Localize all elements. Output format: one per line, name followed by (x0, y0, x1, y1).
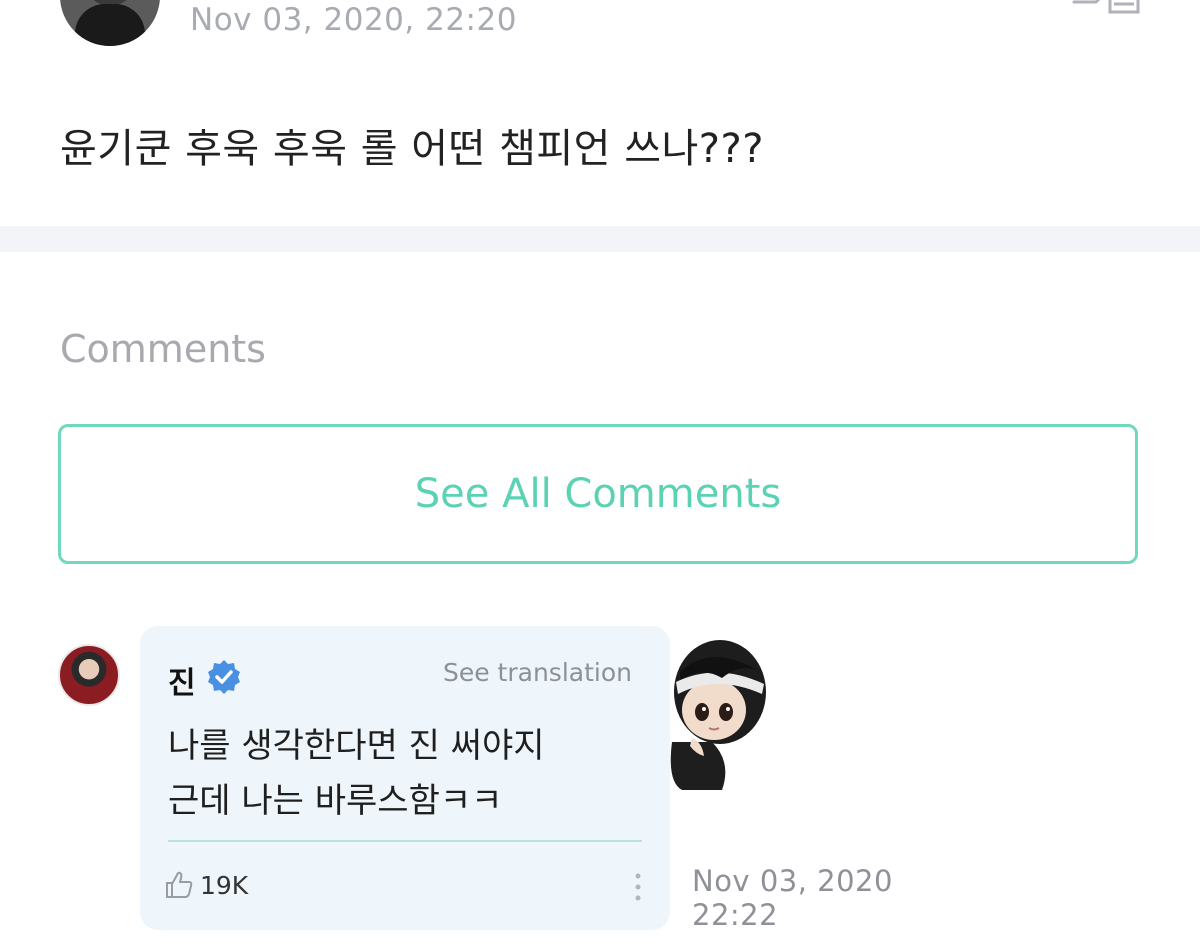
comment-date-time: 22:22 (692, 898, 779, 932)
more-options-icon[interactable] (634, 872, 642, 902)
verified-badge-icon (208, 660, 240, 694)
section-divider (0, 226, 1200, 252)
comment-date: Nov 03, 2020 22:22 (692, 864, 893, 932)
share-icon[interactable] (1068, 0, 1142, 16)
comment-date-day: Nov 03, 2020 (692, 864, 893, 898)
post-body-text: 윤기쿤 후욱 후욱 롤 어떤 챔피언 쓰나??? (60, 126, 764, 172)
thumbs-up-icon[interactable] (164, 870, 194, 900)
comments-heading: Comments (60, 327, 266, 371)
see-all-comments-button[interactable]: See All Comments (58, 424, 1138, 564)
comment-text-line-1: 나를 생각한다면 진 써야지 (168, 726, 545, 766)
comment-divider (168, 840, 642, 842)
comment-bubble: 진 See translation 나를 생각한다면 진 써야지 근데 나는 바… (140, 626, 670, 930)
character-sticker (670, 640, 766, 790)
comment-author-avatar[interactable] (58, 644, 120, 706)
post-date: Nov 03, 2020, 22:20 (190, 2, 517, 38)
post-detail-page: Nov 03, 2020, 22:20 윤기쿤 후욱 후욱 롤 어떤 챔피언 쓰… (0, 0, 1200, 952)
post-author-avatar[interactable] (60, 0, 160, 46)
comment-author-name[interactable]: 진 (168, 658, 196, 702)
comment-text-line-2: 근데 나는 바루스함ㅋㅋ (168, 781, 503, 821)
see-translation-link[interactable]: See translation (443, 658, 632, 687)
like-count: 19K (200, 871, 249, 900)
avatar-suit (75, 4, 145, 46)
